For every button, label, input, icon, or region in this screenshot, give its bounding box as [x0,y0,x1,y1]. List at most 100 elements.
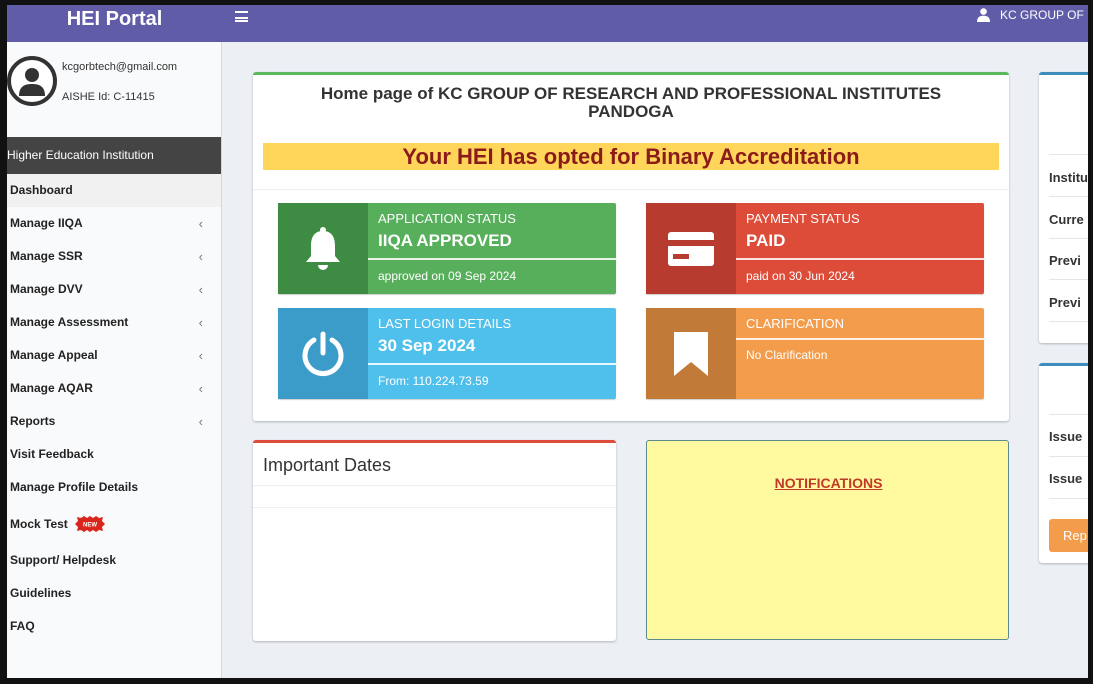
sidebar-item-visit-feedback[interactable]: Visit Feedback [7,438,221,471]
info-description: approved on 09 Sep 2024 [378,269,517,283]
info-description: No Clarification [746,348,828,362]
home-box: Home page of KC GROUP OF RESEARCH AND PR… [253,72,1009,421]
sidebar-item-manage-dvv[interactable]: Manage DVV ‹ [7,273,221,306]
power-icon [302,331,344,376]
sidebar-item-manage-ssr[interactable]: Manage SSR ‹ [7,240,221,273]
info-label: LAST LOGIN DETAILS [378,316,512,331]
info-content: PAYMENT STATUS PAID paid on 30 Jun 2024 [736,203,984,294]
sidebar-item-label: Dashboard [10,183,73,197]
user-menu[interactable]: KC GROUP OF [977,8,1084,22]
bookmark-icon [674,331,708,376]
right-panel-item: Previ [1049,253,1081,268]
divider [253,485,616,486]
divider [1049,279,1088,280]
sidebar-item-manage-appeal[interactable]: Manage Appeal ‹ [7,339,221,372]
portal-logo[interactable]: HEI Portal [7,5,222,42]
info-icon-area [646,203,736,294]
binary-accreditation-banner: Your HEI has opted for Binary Accreditat… [263,143,999,170]
right-panel-item: Institu [1049,170,1088,185]
right-panel-item: Issue [1049,471,1083,486]
avatar [7,56,57,106]
sidebar-item-label: Manage AQAR [10,381,93,395]
sidebar-item-manage-profile-details[interactable]: Manage Profile Details [7,471,221,504]
sidebar-toggle-button[interactable] [235,11,248,22]
user-icon [977,8,990,22]
chevron-left-icon: ‹ [198,381,203,396]
info-content: APPLICATION STATUS IIQA APPROVED approve… [368,203,616,294]
sidebar-item-label: Mock Test [10,517,68,531]
payment-status-box: PAYMENT STATUS PAID paid on 30 Jun 2024 [646,203,984,294]
sidebar-item-label: FAQ [10,619,35,633]
important-dates-box: Important Dates [253,440,616,641]
progress-bar [368,258,616,260]
chevron-left-icon: ‹ [198,348,203,363]
divider [1049,321,1088,322]
hamburger-icon [235,11,248,22]
sidebar-section-header: Higher Education Institution [7,137,221,174]
right-panel-item: Issue [1049,429,1083,444]
progress-bar [368,363,616,365]
app-window: HEI Portal KC GROUP OF kcgorbtech@gmail.… [7,5,1088,678]
sidebar-item-manage-iiqa[interactable]: Manage IIQA ‹ [7,207,221,240]
divider [1049,238,1088,239]
sidebar-item-reports[interactable]: Reports ‹ [7,405,221,438]
divider [1049,154,1088,155]
user-email: kcgorbtech@gmail.com [62,61,178,73]
divider [253,189,1009,190]
sidebar-item-support-helpdesk[interactable]: Support/ Helpdesk [7,544,221,577]
info-icon-area [278,308,368,399]
divider [253,507,616,508]
sidebar-item-dashboard[interactable]: Dashboard [7,174,221,207]
info-description: paid on 30 Jun 2024 [746,269,855,283]
info-label: APPLICATION STATUS [378,211,516,226]
info-value: 30 Sep 2024 [378,336,476,355]
notifications-box: NOTIFICATIONS [646,440,1009,640]
sidebar-item-manage-assessment[interactable]: Manage Assessment ‹ [7,306,221,339]
user-name: KC GROUP OF [1000,8,1084,22]
sidebar-item-label: Manage Assessment [10,315,129,329]
notifications-link[interactable]: NOTIFICATIONS [647,475,1010,491]
user-panel: kcgorbtech@gmail.com AISHE Id: C-11415 [7,42,221,137]
new-badge-icon: NEW [75,515,106,532]
right-panel-box: Institu Curre Previ Previ [1039,72,1088,343]
right-panel-item: Previ [1049,295,1081,310]
sidebar-item-label: Reports [10,414,56,428]
divider [1049,498,1088,499]
info-label: CLARIFICATION [746,316,844,331]
progress-bar [736,258,984,260]
sidebar-item-label: Support/ Helpdesk [10,553,117,567]
chevron-left-icon: ‹ [198,282,203,297]
right-panel-item: Curre [1049,212,1084,227]
sidebar-item-label: Manage IIQA [10,216,83,230]
info-value: PAID [746,231,786,250]
divider [1049,456,1088,457]
info-value: IIQA APPROVED [378,231,512,250]
sidebar-item-label: Guidelines [10,586,72,600]
bell-icon [306,226,340,270]
info-content: LAST LOGIN DETAILS 30 Sep 2024 From: 110… [368,308,616,399]
report-button[interactable]: Rep [1049,519,1088,552]
info-label: PAYMENT STATUS [746,211,860,226]
chevron-left-icon: ‹ [198,216,203,231]
info-description: From: 110.224.73.59 [378,374,489,388]
sidebar-item-guidelines[interactable]: Guidelines [7,577,221,610]
user-avatar-icon [19,68,45,96]
chevron-left-icon: ‹ [198,315,203,330]
sidebar-item-manage-aqar[interactable]: Manage AQAR ‹ [7,372,221,405]
sidebar-item-faq[interactable]: FAQ [7,610,221,643]
important-dates-title: Important Dates [263,455,392,475]
sidebar-item-label: Manage DVV [10,282,83,296]
clarification-box: CLARIFICATION No Clarification [646,308,984,399]
sidebar-item-mock-test[interactable]: Mock Test NEW [7,504,221,544]
progress-bar [736,338,984,340]
top-header: HEI Portal KC GROUP OF [7,5,1088,42]
right-panel-box: Issue Issue Rep [1039,363,1088,563]
info-icon-area [278,203,368,294]
page-title: Home page of KC GROUP OF RESEARCH AND PR… [320,84,942,121]
new-badge-label: NEW [83,522,97,528]
sidebar: kcgorbtech@gmail.com AISHE Id: C-11415 H… [7,42,222,678]
chevron-left-icon: ‹ [198,414,203,429]
chevron-left-icon: ‹ [198,249,203,264]
sidebar-item-label: Manage Appeal [10,348,98,362]
credit-card-icon [668,231,714,266]
